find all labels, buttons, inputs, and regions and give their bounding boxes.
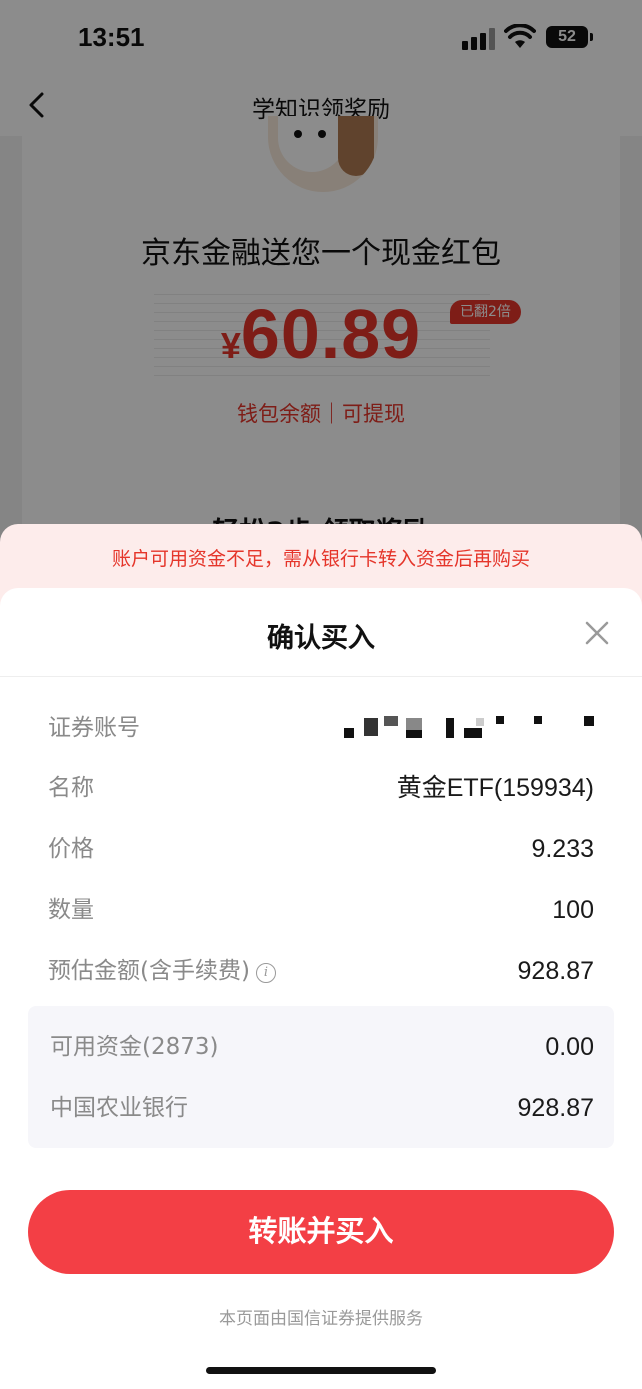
row-estimated-amount: 预估金额(含手续费) i 928.87 <box>48 955 594 987</box>
row-label: 预估金额(含手续费) i <box>48 955 276 987</box>
sheet-title: 确认买入 <box>267 623 375 654</box>
estimated-amount-label: 预估金额(含手续费) <box>48 958 250 984</box>
row-name: 名称 黄金ETF(159934) <box>48 772 594 804</box>
info-icon[interactable]: i <box>255 963 276 983</box>
row-value: 0.00 <box>545 1033 594 1061</box>
row-label: 中国农业银行 <box>50 1095 188 1121</box>
row-label: 名称 <box>48 775 94 801</box>
row-label: 证券账号 <box>48 715 140 741</box>
row-value: 黄金ETF(159934) <box>396 774 594 802</box>
row-label: 价格 <box>48 836 94 862</box>
close-icon[interactable] <box>582 618 612 648</box>
provider-footnote: 本页面由国信证券提供服务 <box>219 1309 423 1329</box>
row-value: 928.87 <box>517 1094 594 1122</box>
transfer-and-buy-button[interactable]: 转账并买入 <box>28 1190 614 1274</box>
row-value: 9.233 <box>531 835 594 863</box>
funds-box: 可用资金(2873) 0.00 中国农业银行 928.87 <box>28 1006 614 1148</box>
home-indicator[interactable] <box>206 1367 436 1374</box>
divider <box>0 676 642 677</box>
row-price: 价格 9.233 <box>48 833 594 865</box>
row-bank-card: 中国农业银行 928.87 <box>50 1092 594 1124</box>
row-label: 可用资金(2873) <box>50 1034 219 1060</box>
row-available-funds: 可用资金(2873) 0.00 <box>50 1031 594 1063</box>
confirm-buy-sheet: 确认买入 证券账号 名称 黄金ETF(159934) 价格 9.233 数量 1… <box>0 588 642 1389</box>
masked-account-number <box>344 716 594 740</box>
row-account: 证券账号 <box>48 712 594 744</box>
warning-text: 账户可用资金不足，需从银行卡转入资金后再购买 <box>111 548 530 570</box>
row-label: 数量 <box>48 897 94 923</box>
row-quantity: 数量 100 <box>48 894 594 926</box>
row-value: 100 <box>552 896 594 924</box>
row-value: 928.87 <box>517 957 594 985</box>
